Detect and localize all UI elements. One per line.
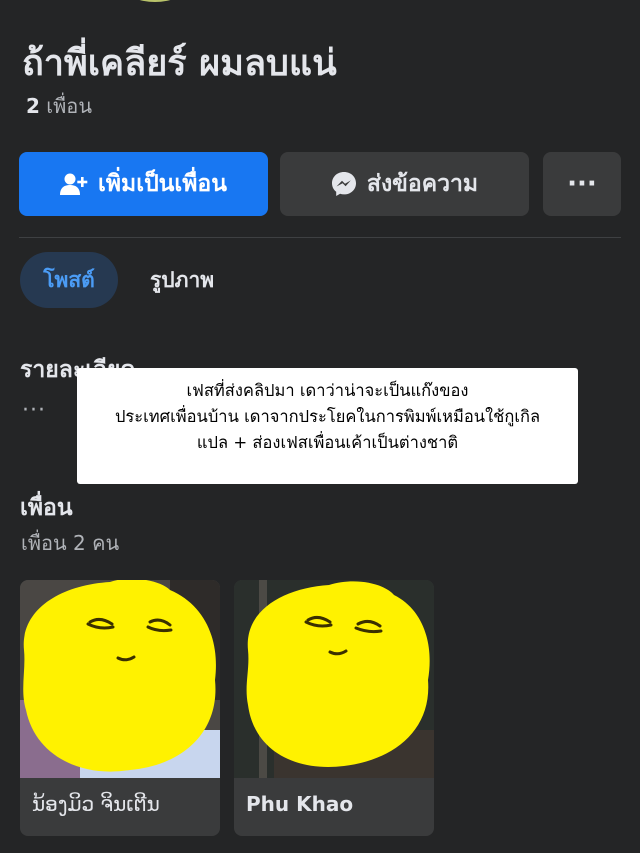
messenger-icon bbox=[331, 172, 356, 196]
friends-title: เพื่อน bbox=[20, 495, 73, 521]
more-dots-icon: ··· bbox=[567, 169, 597, 199]
add-friend-label: เพิ่มเป็นเพื่อน bbox=[98, 171, 227, 197]
person-plus-icon bbox=[60, 173, 88, 195]
caption-line: ประเทศเพื่อนบ้าน เดาจากประโยคในการพิมพ์เ… bbox=[114, 407, 541, 426]
caption-overlay: เฟสที่ส่งคลิปมา เดาว่าน่าจะเป็นแก๊งของ ป… bbox=[77, 368, 578, 484]
tab-posts[interactable]: โพสต์ bbox=[20, 252, 118, 308]
friend-name[interactable]: ນ້ອງມິວ ຈິນເຕີນ bbox=[32, 792, 160, 816]
message-button[interactable]: ส่งข้อความ bbox=[280, 152, 529, 216]
friend-photo bbox=[234, 580, 434, 778]
friend-count[interactable]: 2 เพื่อน bbox=[26, 90, 92, 122]
friends-subtitle: เพื่อน 2 คน bbox=[21, 531, 120, 555]
add-friend-button[interactable]: เพิ่มเป็นเพื่อน bbox=[19, 152, 268, 216]
profile-avatar[interactable] bbox=[95, 0, 215, 2]
message-label: ส่งข้อความ bbox=[366, 171, 479, 197]
caption-line: แปล + ส่องเฟสเพื่อนเค้าเป็นต่างชาติ bbox=[196, 433, 459, 452]
friend-count-label: เพื่อน bbox=[46, 94, 92, 118]
divider bbox=[19, 237, 621, 238]
friend-count-number: 2 bbox=[26, 94, 40, 118]
details-more-icon[interactable]: ··· bbox=[22, 398, 46, 423]
profile-name: ถ้าพี่เคลียร์ ผมลบแน่ bbox=[22, 43, 337, 84]
more-options-button[interactable]: ··· bbox=[543, 152, 621, 216]
friend-card[interactable]: ນ້ອງມິວ ຈິນເຕີນ bbox=[20, 580, 220, 836]
friend-card[interactable]: Phu Khao bbox=[234, 580, 434, 836]
friend-name[interactable]: Phu Khao bbox=[246, 792, 353, 816]
caption-line: เฟสที่ส่งคลิปมา เดาว่าน่าจะเป็นแก๊งของ bbox=[186, 381, 469, 400]
tab-photos[interactable]: รูปภาพ bbox=[150, 252, 214, 308]
friend-photo bbox=[20, 580, 220, 778]
